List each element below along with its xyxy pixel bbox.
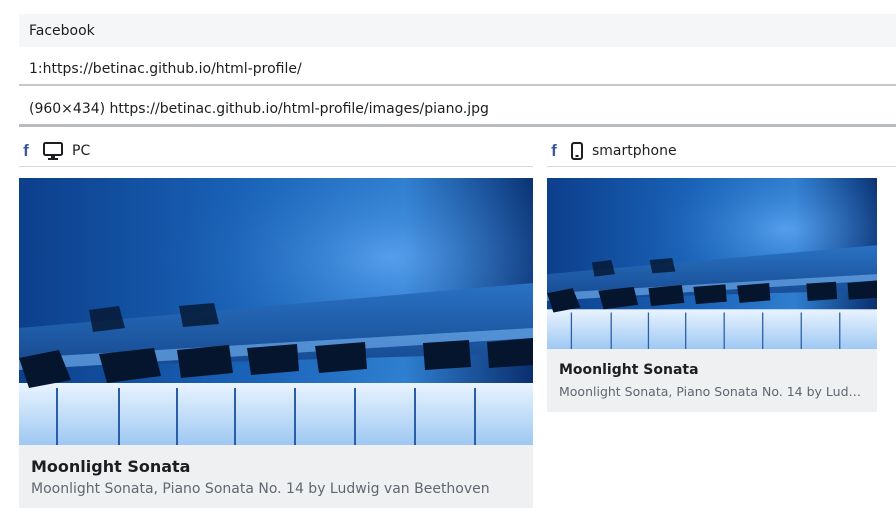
pc-link-preview-card[interactable]: Moonlight Sonata Moonlight Sonata, Piano…: [19, 178, 533, 508]
facebook-icon: f: [551, 140, 557, 160]
card-description: Moonlight Sonata, Piano Sonata No. 14 by…: [31, 481, 490, 497]
smartphone-icon: [571, 141, 583, 160]
preview-image: [547, 178, 877, 349]
smartphone-label: smartphone: [592, 142, 677, 159]
pc-label: PC: [72, 142, 91, 159]
image-info-row: (960×434) https://betinac.github.io/html…: [19, 94, 896, 127]
smartphone-preview-header: f smartphone: [547, 135, 896, 167]
preview-title-bar: Facebook: [19, 14, 896, 47]
preview-image: [19, 178, 533, 445]
card-title: Moonlight Sonata: [559, 362, 699, 378]
page-title: Facebook: [29, 22, 95, 39]
smartphone-link-preview-card[interactable]: Moonlight Sonata Moonlight Sonata, Piano…: [547, 178, 877, 412]
page-url[interactable]: 1:https://betinac.github.io/html-profile…: [29, 61, 302, 77]
monitor-icon: [43, 141, 63, 160]
pc-preview-header: f PC: [19, 135, 533, 167]
facebook-icon: f: [23, 140, 29, 160]
image-url[interactable]: (960×434) https://betinac.github.io/html…: [29, 101, 489, 117]
card-title: Moonlight Sonata: [31, 457, 191, 476]
page-url-row: 1:https://betinac.github.io/html-profile…: [19, 53, 896, 86]
card-description: Moonlight Sonata, Piano Sonata No. 14 by…: [559, 384, 865, 399]
